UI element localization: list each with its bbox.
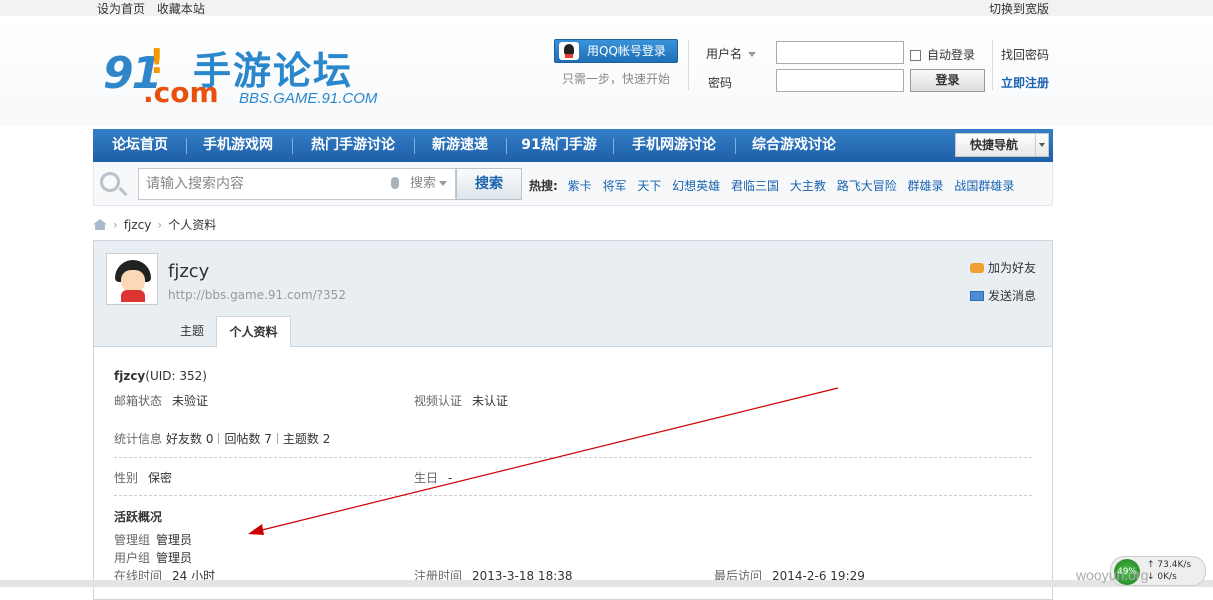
profile-url[interactable]: http://bbs.game.91.com/?352 [168, 288, 346, 302]
hot-item[interactable]: 战国群雄录 [954, 179, 1014, 193]
logo-url: BBS.GAME.91.COM [239, 90, 378, 107]
microphone-icon[interactable] [391, 177, 399, 189]
checkbox-icon [910, 50, 921, 61]
divider [292, 138, 293, 154]
chevron-right-icon: › [113, 218, 118, 232]
friends-count[interactable]: 好友数 0 [166, 432, 213, 446]
divider [186, 138, 187, 154]
chevron-down-icon [439, 181, 448, 186]
qq-login-hint: 只需一步，快速开始 [562, 72, 671, 86]
birthday: 生日 - [414, 471, 453, 485]
bookmark-link[interactable]: 收藏本站 [157, 2, 205, 16]
nav-item-new-games[interactable]: 新游速递 [417, 129, 503, 162]
add-friend-button[interactable]: 加为好友 [970, 259, 1036, 276]
quick-nav-button[interactable]: 快捷导航 [955, 133, 1049, 157]
username-input[interactable] [776, 41, 904, 64]
tab-profile[interactable]: 个人资料 [216, 316, 291, 348]
profile-username: fjzcy [168, 261, 210, 282]
auto-login-checkbox[interactable]: 自动登录 [910, 46, 975, 63]
gender: 性别 保密 [114, 471, 173, 485]
main-nav: 论坛首页 手机游戏网 热门手游讨论 新游速递 91热门手游 手机网游讨论 综合游… [93, 129, 1053, 162]
uid-line: fjzcy(UID: 352) [114, 369, 207, 383]
search-icon [100, 172, 120, 192]
hot-item[interactable]: 将军 [602, 179, 626, 193]
top-bar: 设为首页 收藏本站 切换到宽版 [0, 0, 1213, 16]
find-password-link[interactable]: 找回密码 [1001, 46, 1049, 63]
hot-item[interactable]: 路飞大冒险 [837, 179, 897, 193]
divider [114, 495, 1032, 496]
profile-header: fjzcy http://bbs.game.91.com/?352 加为好友 发… [94, 241, 1052, 348]
watermark: wooyun.org [1076, 567, 1149, 583]
tab-topics[interactable]: 主题 [170, 316, 214, 348]
login-button[interactable]: 登录 [910, 69, 985, 92]
search-type-select[interactable]: 搜索 [406, 168, 456, 200]
topics-count[interactable]: 主题数 2 [283, 432, 330, 446]
breadcrumb: › fjzcy › 个人资料 [93, 216, 216, 233]
hot-item[interactable]: 天下 [637, 179, 661, 193]
home-icon[interactable] [93, 219, 107, 230]
chevron-down-icon [748, 52, 757, 57]
upload-speed: ↑ 73.4K/s [1147, 560, 1192, 570]
breadcrumb-page: 个人资料 [168, 218, 217, 232]
search-input[interactable]: 请输入搜索内容 [138, 168, 408, 200]
divider [735, 138, 736, 154]
nav-item-mobile-games[interactable]: 手机游戏网 [189, 129, 287, 162]
admin-group: 管理组 管理员 [114, 533, 193, 547]
envelope-icon [970, 291, 984, 301]
stats: 统计信息 好友数 0 回帖数 7 主题数 2 [114, 432, 331, 446]
chevron-right-icon: › [157, 218, 163, 232]
nav-item-91-hot[interactable]: 91热门手游 [509, 129, 609, 162]
profile-card: fjzcy http://bbs.game.91.com/?352 加为好友 发… [93, 240, 1053, 600]
activity-title: 活跃概况 [114, 510, 163, 524]
nav-item-forum-home[interactable]: 论坛首页 [97, 129, 183, 162]
horizontal-scrollbar[interactable] [0, 580, 1213, 587]
set-homepage-link[interactable]: 设为首页 [97, 2, 145, 16]
email-status: 邮箱状态 未验证 [114, 394, 209, 408]
chevron-down-icon[interactable] [1035, 134, 1048, 156]
hot-item[interactable]: 君临三国 [731, 179, 779, 193]
qq-login-label: 用QQ帐号登录 [587, 44, 666, 58]
username-label[interactable]: 用户名 [706, 45, 757, 62]
logo-title: 手游论坛 [193, 49, 354, 93]
avatar-image [115, 260, 151, 302]
divider [613, 138, 614, 154]
register-link[interactable]: 立即注册 [1001, 74, 1049, 91]
hot-item[interactable]: 群雄录 [908, 179, 944, 193]
qq-icon [559, 42, 579, 60]
user-group: 用户组 管理员 [114, 551, 193, 565]
divider [506, 138, 507, 154]
search-button[interactable]: 搜索 [456, 168, 522, 200]
nav-item-general[interactable]: 综合游戏讨论 [738, 129, 850, 162]
divider [414, 138, 415, 154]
nav-item-hot-discussion[interactable]: 热门手游讨论 [295, 129, 411, 162]
uid-value: (UID: 352) [145, 369, 207, 383]
hot-item[interactable]: 幻想英雄 [672, 179, 720, 193]
breadcrumb-user[interactable]: fjzcy [124, 218, 152, 232]
hot-item[interactable]: 紫卡 [568, 179, 592, 193]
replies-count[interactable]: 回帖数 7 [224, 432, 271, 446]
site-logo[interactable]: 91 ! .com 手游论坛 BBS.GAME.91.COM [103, 40, 403, 112]
password-input[interactable] [776, 69, 904, 92]
nav-item-online-games[interactable]: 手机网游讨论 [616, 129, 732, 162]
download-speed: ↓ 0K/s [1147, 572, 1177, 582]
password-label: 密码 [708, 76, 733, 90]
handshake-icon [970, 263, 984, 273]
divider [992, 40, 993, 90]
divider [114, 457, 1032, 458]
video-status: 视频认证 未认证 [414, 394, 509, 408]
uid-name: fjzcy [114, 369, 146, 383]
hot-search-label: 热搜: [529, 179, 558, 193]
send-message-button[interactable]: 发送消息 [970, 287, 1036, 304]
avatar[interactable] [106, 253, 158, 305]
divider [688, 40, 689, 90]
hot-item[interactable]: 大主教 [790, 179, 826, 193]
switch-wide-link[interactable]: 切换到宽版 [989, 0, 1049, 17]
qq-login-button[interactable]: 用QQ帐号登录 [554, 39, 678, 63]
hot-search: 热搜: 紫卡 将军 天下 幻想英雄 君临三国 大主教 路飞大冒险 群雄录 战国群… [529, 177, 1021, 194]
